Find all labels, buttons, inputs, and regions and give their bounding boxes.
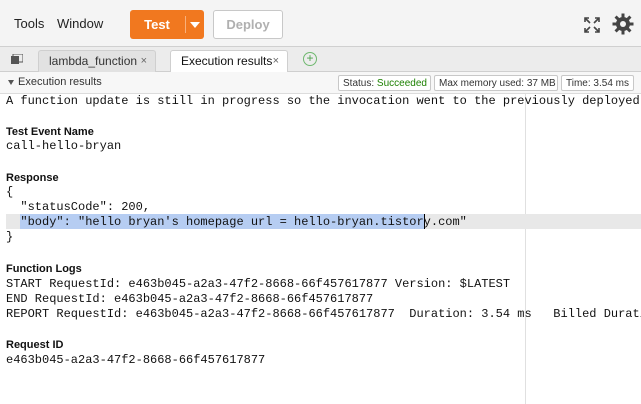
collapse-arrow-icon[interactable]	[8, 80, 14, 85]
test-button-label[interactable]: Test	[130, 10, 184, 39]
request-id-value: e463b045-a2a3-47f2-8668-66f457617877	[6, 353, 266, 367]
time-badge: Time: 3.54 ms	[561, 75, 634, 91]
execution-output[interactable]: A function update is still in progress s…	[6, 94, 641, 404]
test-dropdown-caret-icon[interactable]	[190, 22, 200, 28]
tab-label: Execution results	[181, 54, 273, 68]
status-badge: Status: Succeeded	[338, 75, 431, 91]
deploy-button[interactable]: Deploy	[213, 10, 283, 39]
toolbar: Tools Window Test Deploy	[0, 0, 641, 47]
test-button[interactable]: Test	[130, 10, 204, 39]
menu-window[interactable]: Window	[57, 16, 103, 31]
tab-lambda-function[interactable]: lambda_function ×	[38, 50, 156, 72]
status-label: Status:	[343, 78, 375, 89]
request-id-heading: Request ID	[6, 339, 64, 351]
tab-execution-results[interactable]: Execution results ×	[170, 50, 288, 73]
memory-label: Max memory used:	[439, 78, 525, 89]
gear-icon[interactable]	[611, 12, 635, 36]
function-logs-heading: Function Logs	[6, 263, 82, 275]
memory-value: 37 MB	[526, 78, 556, 89]
log-line: START RequestId: e463b045-a2a3-47f2-8668…	[6, 277, 511, 291]
tab-bar: lambda_function × Execution results × +	[0, 47, 641, 73]
time-value: 3.54 ms	[593, 78, 629, 89]
time-label: Time:	[566, 78, 591, 89]
test-button-divider	[185, 16, 186, 33]
expand-icon[interactable]	[583, 16, 601, 34]
test-event-heading: Test Event Name	[6, 126, 94, 138]
menu-tools[interactable]: Tools	[14, 16, 44, 31]
tab-list-icon[interactable]	[11, 54, 23, 64]
close-icon[interactable]: ×	[273, 51, 279, 72]
add-tab-icon[interactable]: +	[303, 52, 317, 66]
response-line: {	[6, 185, 14, 199]
test-event-value: call-hello-bryan	[6, 139, 122, 153]
update-notice: A function update is still in progress s…	[6, 94, 641, 108]
response-heading: Response	[6, 172, 59, 184]
status-value: Succeeded	[376, 78, 427, 89]
log-line: REPORT RequestId: e463b045-a2a3-47f2-866…	[6, 307, 641, 321]
memory-badge: Max memory used: 37 MB	[434, 75, 558, 91]
execution-results-header: Execution results Status: Succeeded Max …	[0, 72, 641, 94]
response-line: "statusCode": 200,	[6, 200, 151, 214]
response-line: "body": "hello bryan's homepage url = he…	[6, 215, 467, 229]
log-line: END RequestId: e463b045-a2a3-47f2-8668-6…	[6, 292, 374, 306]
response-line: }	[6, 230, 14, 244]
close-icon[interactable]: ×	[141, 51, 147, 72]
panel-title[interactable]: Execution results	[18, 76, 102, 88]
tab-label: lambda_function	[49, 54, 138, 68]
